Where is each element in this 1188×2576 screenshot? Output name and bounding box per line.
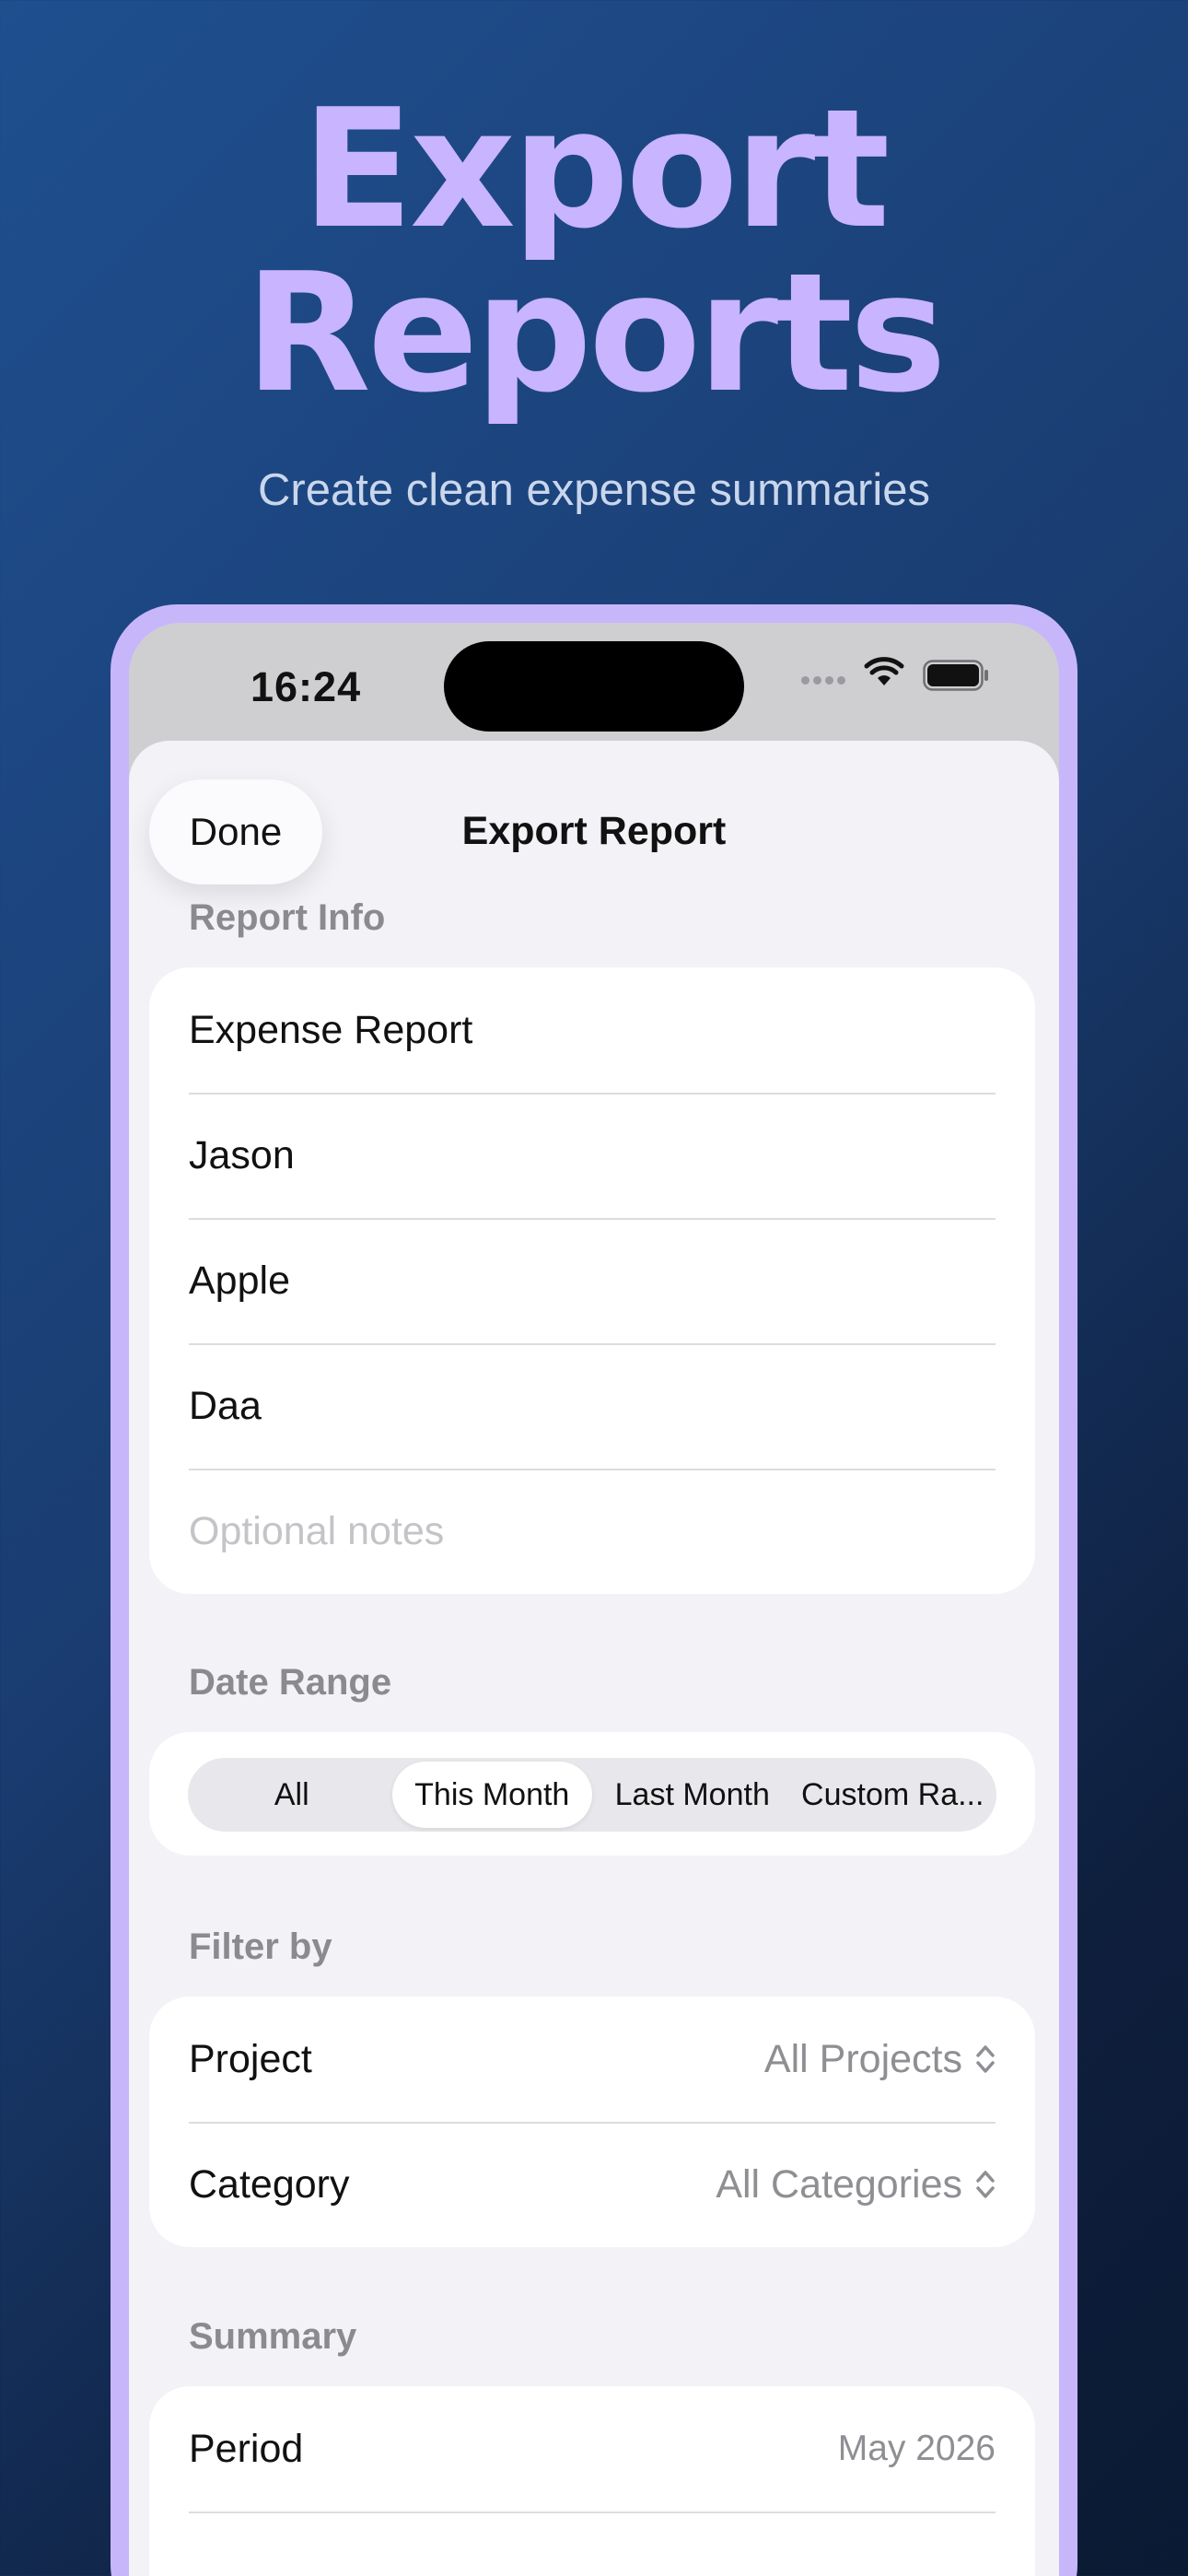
export-report-sheet: Done Export Report Report Info Expense R… <box>129 741 1059 2576</box>
project-value: All Projects <box>763 2036 962 2081</box>
period-label: Period <box>189 2426 304 2471</box>
date-range-segmented-control: All This Month Last Month Custom Ra... <box>188 1758 996 1832</box>
submitter-row <box>149 1093 1035 1218</box>
period-value: May 2026 <box>837 2429 996 2468</box>
project-label: Project <box>189 2036 312 2081</box>
section-header-filter-by: Filter by <box>189 1926 332 1967</box>
summary-row <box>149 2512 1035 2576</box>
cellular-signal-icon <box>801 673 849 689</box>
headline-line-1: Export <box>301 74 891 264</box>
section-header-report-info: Report Info <box>189 897 386 938</box>
notes-field[interactable] <box>189 1508 996 1554</box>
category-label: Category <box>189 2161 350 2207</box>
category-picker-row[interactable]: Category All Categories <box>149 2122 1035 2247</box>
sheet-title: Export Report <box>461 809 727 853</box>
dynamic-island <box>444 641 744 732</box>
notes-row <box>149 1469 1035 1594</box>
report-title-field[interactable] <box>189 1007 996 1053</box>
company-row <box>149 1218 1035 1343</box>
status-time: 16:24 <box>250 663 362 710</box>
project-picker-row[interactable]: Project All Projects <box>149 1996 1035 2122</box>
segment-all[interactable]: All <box>192 1762 392 1828</box>
project-picker[interactable]: All Projects <box>764 2037 996 2082</box>
filter-card: Project All Projects Category All Catego… <box>149 1996 1035 2247</box>
promo-headline: Export Reports <box>0 88 1188 416</box>
section-header-summary: Summary <box>189 2316 357 2357</box>
category-value: All Categories <box>716 2161 962 2207</box>
department-field[interactable] <box>189 1383 996 1429</box>
wifi-icon <box>864 657 904 685</box>
segment-this-month[interactable]: This Month <box>391 1762 592 1828</box>
promo-subtitle: Create clean expense summaries <box>258 465 930 515</box>
department-row <box>149 1343 1035 1469</box>
period-row: Period May 2026 <box>149 2386 1035 2512</box>
date-range-card: All This Month Last Month Custom Ra... <box>149 1732 1035 1856</box>
section-header-date-range: Date Range <box>189 1662 392 1703</box>
submitter-field[interactable] <box>189 1132 996 1178</box>
report-title-row <box>149 967 1035 1093</box>
summary-card: Period May 2026 <box>149 2386 1035 2576</box>
chevron-up-down-icon <box>976 2045 995 2073</box>
segment-custom-range[interactable]: Custom Ra... <box>793 1762 994 1828</box>
report-info-card <box>149 967 1035 1594</box>
battery-icon <box>923 660 988 691</box>
phone-frame: 16:24 Done Export Report Report Info Exp… <box>111 604 1077 2576</box>
headline-line-2: Reports <box>244 238 947 428</box>
category-picker[interactable]: All Categories <box>716 2162 996 2207</box>
company-field[interactable] <box>189 1258 996 1304</box>
chevron-up-down-icon <box>976 2171 995 2198</box>
segment-last-month[interactable]: Last Month <box>592 1762 793 1828</box>
phone-screen: 16:24 Done Export Report Report Info Exp… <box>129 623 1059 2576</box>
